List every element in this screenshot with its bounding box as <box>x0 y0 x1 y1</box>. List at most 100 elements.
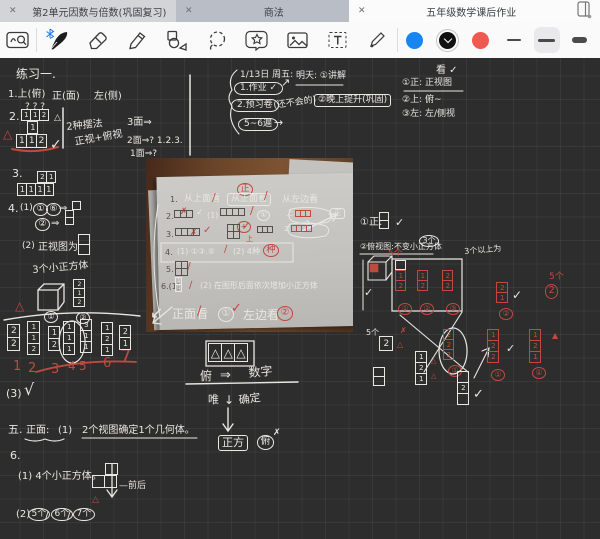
handwriting-note: ✓ <box>506 343 515 355</box>
grid-diagram <box>176 229 199 236</box>
grid-diagram <box>79 235 90 255</box>
notebook-canvas[interactable]: 练习一.1.上(俯)正(面)左(侧)? ? ?2.△2种摆法正视+俯视△✓3.3… <box>0 58 600 539</box>
handwriting-note: ✓ <box>395 217 404 229</box>
thickness-medium[interactable] <box>530 23 563 57</box>
handwriting-note: / <box>45 510 49 522</box>
grid-diagram: 112 <box>28 322 40 354</box>
handwriting-note: → <box>274 117 283 129</box>
handwriting-note: ②晚上提升(巩固) <box>314 94 391 107</box>
grid-diagram: 2 <box>458 372 469 404</box>
handwriting-note: ✗ <box>273 429 281 438</box>
eraser-tool[interactable] <box>77 23 117 57</box>
color-black[interactable] <box>431 23 464 57</box>
highlighter-tool[interactable] <box>117 23 157 57</box>
tab-bar: ✕ 第2单元因数与倍数(巩固复习) ✕ 商法 ✕ 五年级数学课后作业 <box>0 0 600 22</box>
handwriting-note: ✓ <box>242 222 250 233</box>
handwriting-note: ✗ <box>400 327 407 335</box>
handwriting-note: ✓ <box>364 287 373 299</box>
lasso-tool[interactable] <box>197 23 237 57</box>
handwriting-note: (2) <box>22 242 35 251</box>
handwriting-note: 俯 <box>200 370 212 383</box>
handwriting-note: 4. <box>8 203 19 215</box>
tab-grade5-homework[interactable]: ✕ 五年级数学课后作业 <box>349 0 600 22</box>
shapes-tool[interactable] <box>157 23 197 57</box>
close-icon[interactable]: ✕ <box>185 6 193 16</box>
grid-diagram: 2 <box>380 337 393 351</box>
handwriting-note: (1) 4个小正方体。 <box>18 472 102 483</box>
grid-diagram: 121 <box>530 330 541 362</box>
grid-diagram: 22 <box>443 271 453 291</box>
tab-unit2-factors[interactable]: ✕ 第2单元因数与倍数(巩固复习) <box>0 0 176 22</box>
grid-diagram: 112 <box>22 110 48 121</box>
handwriting-note: ①正: 正视图 <box>402 79 452 88</box>
handwriting-note: 2.预习卷 <box>231 99 279 112</box>
grid-diagram <box>221 209 244 216</box>
ink-stroke <box>4 313 140 320</box>
handwriting-note: 正视图为 <box>38 243 78 254</box>
grid-diagram: 12 <box>396 271 406 291</box>
grid-diagram: 21 <box>38 172 56 183</box>
color-blue[interactable] <box>398 23 431 57</box>
grid-diagram: 1 <box>28 122 38 134</box>
handwriting-note: 3. <box>166 231 174 239</box>
handwriting-note: (1) ①③.⑤ <box>177 248 215 256</box>
tab-label: 商法 <box>199 4 349 19</box>
handwriting-note: ⇒ <box>51 219 59 230</box>
drawing-toolbar <box>0 22 600 59</box>
handwriting-note: 确定 <box>238 392 261 406</box>
thickness-thick[interactable] <box>563 23 596 57</box>
sticker-tool[interactable] <box>237 23 277 57</box>
tape-tool[interactable] <box>357 23 397 57</box>
handwriting-note: 正 <box>330 208 345 219</box>
handwriting-note: ② <box>277 306 293 321</box>
grid-diagram <box>228 225 240 239</box>
handwriting-note: △ <box>54 114 61 123</box>
handwriting-note: ⇒ <box>220 369 231 383</box>
handwriting-note: △ <box>431 358 436 365</box>
tab-label: 第2单元因数与倍数(巩固复习) <box>23 4 176 19</box>
handwriting-note: (2) 4种 <box>233 248 260 256</box>
image-tool[interactable] <box>277 23 317 57</box>
handwriting-note: 练习一. <box>16 68 56 81</box>
text-tool[interactable] <box>317 23 357 57</box>
handwriting-note: 1 <box>13 360 21 374</box>
handwriting-note: 正面: <box>26 426 49 437</box>
handwriting-note: 上: <box>286 210 295 217</box>
handwriting-note: 5个 <box>549 273 564 282</box>
grid-diagram: 111 <box>64 322 75 354</box>
handwriting-note: 左(侧) <box>94 92 122 103</box>
tab-shangfa[interactable]: ✕ 商法 <box>176 0 349 22</box>
close-icon[interactable]: ✕ <box>9 6 17 16</box>
page-panel-icon[interactable] <box>577 1 592 22</box>
handwriting-note: 5~6遍 <box>238 118 278 131</box>
grid-diagram: △△△ <box>209 344 247 362</box>
handwriting-note: 看 ✓ <box>436 66 458 77</box>
handwriting-note: 正(面) <box>52 92 80 103</box>
ink-stroke <box>154 205 160 318</box>
bluetooth-pen-tool[interactable] <box>37 23 77 57</box>
color-red[interactable] <box>464 23 497 57</box>
handwriting-note: ▲ <box>552 332 558 340</box>
handwriting-note: ∕ <box>189 281 192 292</box>
handwriting-zoom-tool[interactable] <box>0 23 36 57</box>
grid-diagram: 112 <box>17 135 46 148</box>
handwriting-note: 俯 <box>257 435 274 450</box>
close-icon[interactable]: ✕ <box>358 6 366 16</box>
tab-label: 五年级数学课后作业 <box>372 4 571 19</box>
grid-diagram: 21 <box>120 326 131 350</box>
grid-diagram: 121 <box>102 323 113 355</box>
handwriting-note: 6. <box>10 450 21 462</box>
grid-diagram <box>292 226 311 232</box>
handwriting-note: 3 <box>51 363 59 377</box>
thickness-thin[interactable] <box>497 23 530 57</box>
handwriting-note: ↗ <box>281 77 290 89</box>
handwriting-note: 2面⇒? 1.2.3. <box>127 137 183 146</box>
grid-diagram <box>175 211 192 218</box>
handwriting-note: (1) <box>207 212 218 220</box>
grid-diagram: 12 <box>418 271 428 291</box>
handwriting-note: 2. <box>9 111 20 123</box>
handwriting-note: 明天: ①讲解 <box>296 72 346 81</box>
ink-stroke <box>38 284 64 310</box>
handwriting-note: (1) <box>58 426 72 437</box>
handwriting-note: (2) 在图形后面依次增加小正方体 <box>200 282 318 290</box>
